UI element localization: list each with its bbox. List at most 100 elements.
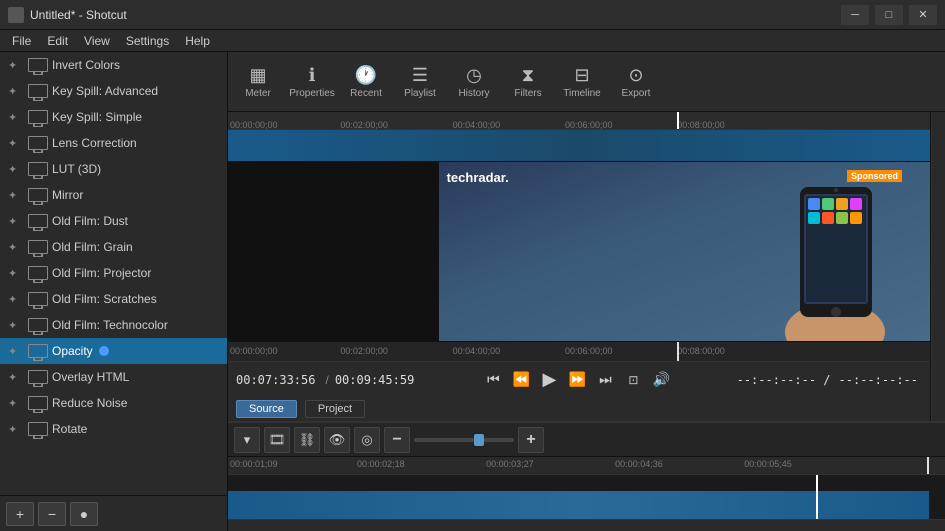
bottom-tick-3: 00:00:04;36 (615, 459, 663, 469)
filter-item-12[interactable]: ✦Overlay HTML (0, 364, 227, 390)
ruler-tick-3: 00:06:00;00 (565, 346, 613, 356)
filter-label-2: Key Spill: Simple (52, 110, 142, 124)
ruler-tick-2: 00:04:00;00 (453, 346, 501, 356)
video-overlay-brand: techradar. (447, 170, 509, 185)
app-icon (8, 7, 24, 23)
maximize-button[interactable]: □ (875, 5, 903, 25)
filter-star-icon-7: ✦ (8, 241, 24, 254)
recent-label: Recent (350, 88, 382, 99)
toolbar-meter[interactable]: ▦ Meter (232, 55, 284, 109)
tick-0: 00:00:00;00 (230, 120, 278, 130)
playlist-label: Playlist (404, 88, 436, 99)
filter-star-icon-8: ✦ (8, 267, 24, 280)
filter-monitor-icon-10 (28, 318, 48, 332)
filter-monitor-icon-12 (28, 370, 48, 384)
ruler-tick-0: 00:00:00;00 (230, 346, 278, 356)
player-controls: 00:00:00;00 00:02:00;00 00:04:00;00 00:0… (228, 341, 930, 421)
filter-item-11[interactable]: ✦Opacity (0, 338, 227, 364)
toolbar-recent[interactable]: 🕐 Recent (340, 55, 392, 109)
filter-item-14[interactable]: ✦Rotate (0, 416, 227, 442)
eye-button[interactable]: 👁 (324, 427, 350, 453)
menu-help[interactable]: Help (177, 32, 218, 50)
filter-label-6: Old Film: Dust (52, 214, 128, 228)
filter-item-10[interactable]: ✦ Old Film: Technocolor (0, 312, 227, 338)
ruler-tick-1: 00:02:00;00 (340, 346, 388, 356)
source-tab[interactable]: Source (236, 400, 297, 418)
minimize-button[interactable]: ─ (841, 5, 869, 25)
history-label: History (458, 88, 489, 99)
filter-item-2[interactable]: ✦Key Spill: Simple (0, 104, 227, 130)
toolbar-export[interactable]: ⊙ Export (610, 55, 662, 109)
zoom-thumb[interactable] (474, 434, 484, 446)
toolbar-properties[interactable]: ℹ Properties (286, 55, 338, 109)
frame-button[interactable]: ⊡ (621, 368, 645, 392)
video-track (228, 491, 929, 519)
filter-item-0[interactable]: ✦Invert Colors (0, 52, 227, 78)
preview-scrollbar[interactable] (931, 112, 945, 421)
filter-label-5: Mirror (52, 188, 83, 202)
filter-item-4[interactable]: ✦LUT (3D) (0, 156, 227, 182)
forward-button[interactable]: ⏩ (565, 368, 589, 392)
ruler-tick-4: 00:08:00;00 (677, 346, 725, 356)
timecode-display2: --:--:--:-- (839, 373, 918, 387)
filter-star-icon-3: ✦ (8, 137, 24, 150)
playlist-icon: ☰ (412, 65, 428, 86)
toolbar-history[interactable]: ◷ History (448, 55, 500, 109)
filter-star-icon-9: ✦ (8, 293, 24, 306)
filter-star-icon-10: ✦ (8, 319, 24, 332)
main-layout: ✦Invert Colors✦Key Spill: Advanced✦Key S… (0, 52, 945, 531)
properties-icon: ℹ (309, 65, 316, 86)
menu-file[interactable]: File (4, 32, 39, 50)
filter-monitor-icon-4 (28, 162, 48, 176)
timeline-tracks[interactable] (228, 475, 945, 519)
filter-label-10: Old Film: Technocolor (52, 318, 168, 332)
menu-edit[interactable]: Edit (39, 32, 76, 50)
bottom-tick-4: 00:00:05;45 (744, 459, 792, 469)
filter-item-6[interactable]: ✦Old Film: Dust (0, 208, 227, 234)
zoom-slider[interactable] (414, 438, 514, 442)
chevron-down-button[interactable]: ▾ (234, 427, 260, 453)
filters-list[interactable]: ✦Invert Colors✦Key Spill: Advanced✦Key S… (0, 52, 227, 495)
filter-star-icon-13: ✦ (8, 397, 24, 410)
filter-item-3[interactable]: ✦Lens Correction (0, 130, 227, 156)
filters-icon: ⧗ (522, 65, 535, 86)
filter-item-9[interactable]: ✦ Old Film: Scratches (0, 286, 227, 312)
menu-settings[interactable]: Settings (118, 32, 177, 50)
skip-back-button[interactable]: ⏮ (481, 368, 505, 392)
filter-label-14: Rotate (52, 422, 87, 436)
filter-label-9: Old Film: Scratches (52, 292, 157, 306)
toolbar-timeline[interactable]: ⊟ Timeline (556, 55, 608, 109)
skip-forward-button[interactable]: ⏭ (593, 368, 617, 392)
filter-item-8[interactable]: ✦Old Film: Projector (0, 260, 227, 286)
add-filter-button[interactable]: + (6, 502, 34, 526)
filter-label-13: Reduce Noise (52, 396, 127, 410)
record-filter-button[interactable]: ● (70, 502, 98, 526)
filters-label: Filters (514, 88, 541, 99)
filter-label-1: Key Spill: Advanced (52, 84, 158, 98)
zoom-in-button[interactable]: + (518, 427, 544, 453)
phone-illustration (760, 172, 910, 341)
top-playhead (677, 112, 679, 129)
volume-button[interactable]: 🔊 (649, 368, 673, 392)
meter-icon: ▦ (249, 65, 266, 86)
remove-filter-button[interactable]: − (38, 502, 66, 526)
menu-view[interactable]: View (76, 32, 118, 50)
filter-item-5[interactable]: ✦Mirror (0, 182, 227, 208)
zoom-out-button[interactable]: − (384, 427, 410, 453)
film-button[interactable]: 🎞 (264, 427, 290, 453)
chain-button[interactable]: ⛓ (294, 427, 320, 453)
filter-item-13[interactable]: ✦ Reduce Noise (0, 390, 227, 416)
project-tab[interactable]: Project (305, 400, 365, 418)
filters-sidebar: ✦Invert Colors✦Key Spill: Advanced✦Key S… (0, 52, 228, 531)
rewind-button[interactable]: ⏪ (509, 368, 533, 392)
bottom-tick-2: 00:00:03;27 (486, 459, 534, 469)
filter-item-1[interactable]: ✦ Key Spill: Advanced (0, 78, 227, 104)
toolbar-playlist[interactable]: ☰ Playlist (394, 55, 446, 109)
play-button[interactable]: ▶ (537, 368, 561, 392)
toolbar-filters[interactable]: ⧗ Filters (502, 55, 554, 109)
target-button[interactable]: ◎ (354, 427, 380, 453)
filter-item-7[interactable]: ✦Old Film: Grain (0, 234, 227, 260)
timeline-h-scrollbar[interactable] (228, 519, 945, 531)
close-button[interactable]: ✕ (909, 5, 937, 25)
filter-star-icon-1: ✦ (8, 85, 24, 98)
